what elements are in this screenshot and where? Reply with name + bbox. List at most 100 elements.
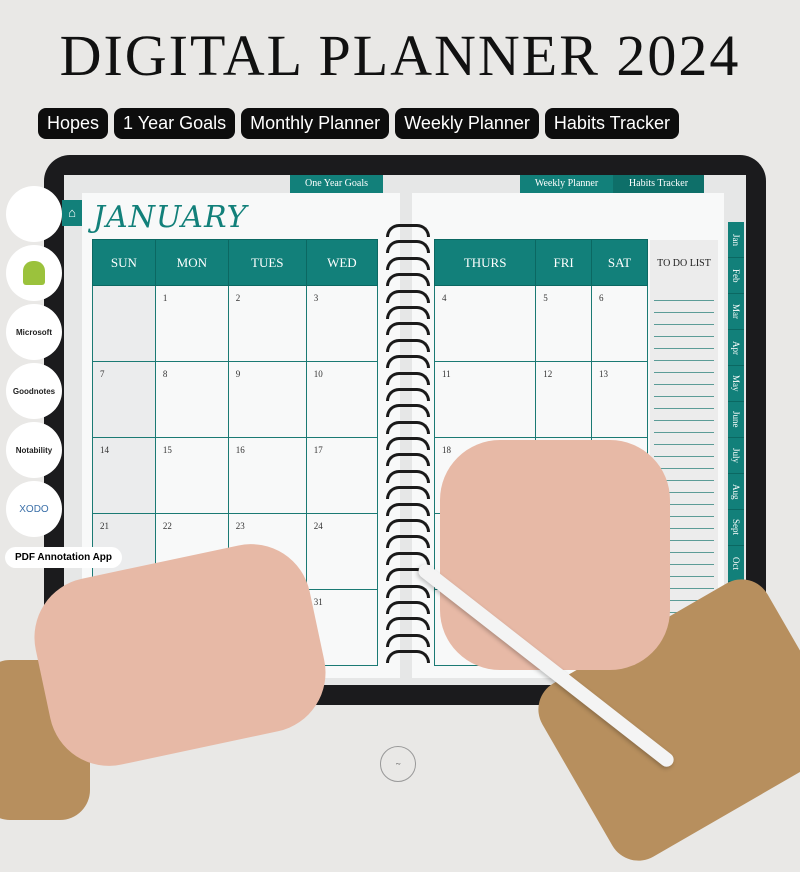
spiral-binding — [384, 222, 430, 665]
day-header: SUN — [92, 239, 156, 286]
feature-pill: Habits Tracker — [544, 108, 679, 139]
day-cell[interactable]: 3 — [305, 285, 379, 362]
week-row: 11 12 13 — [433, 361, 649, 438]
spiral-ring — [384, 353, 430, 369]
todo-line[interactable] — [654, 289, 714, 301]
spiral-ring — [384, 632, 430, 648]
spiral-ring — [384, 615, 430, 631]
day-header: SAT — [590, 239, 649, 286]
day-cell[interactable]: 11 — [433, 361, 537, 438]
month-tab[interactable]: Aug — [728, 474, 744, 510]
month-tab[interactable]: Mar — [728, 294, 744, 330]
todo-line[interactable] — [654, 301, 714, 313]
day-cell[interactable]: 1 — [154, 285, 229, 362]
week-row: 456 — [433, 285, 649, 362]
todo-line[interactable] — [654, 433, 714, 445]
spiral-ring — [384, 451, 430, 467]
day-cell[interactable]: 4 — [433, 285, 537, 362]
day-cell[interactable]: 2 — [227, 285, 307, 362]
spiral-ring — [384, 255, 430, 271]
day-cell[interactable]: 15 — [154, 437, 229, 514]
spiral-ring — [384, 304, 430, 320]
day-cell[interactable]: 7 — [92, 361, 156, 438]
month-tab[interactable]: July — [728, 438, 744, 474]
spiral-ring — [384, 599, 430, 615]
app-list: Microsoft Goodnotes Notability XODO — [6, 186, 62, 540]
day-cell[interactable]: 6 — [590, 285, 649, 362]
spiral-ring — [384, 533, 430, 549]
todo-title: TO DO LIST — [657, 258, 711, 269]
spiral-ring — [384, 419, 430, 435]
day-cell[interactable]: 16 — [227, 437, 307, 514]
day-cell[interactable]: 9 — [227, 361, 307, 438]
day-cell[interactable]: 10 — [305, 361, 379, 438]
tab-one-year-goals[interactable]: One Year Goals — [290, 175, 383, 193]
tab-habits-tracker[interactable]: Habits Tracker — [613, 175, 704, 193]
todo-line[interactable] — [654, 325, 714, 337]
spiral-ring — [384, 402, 430, 418]
month-tab[interactable]: Feb — [728, 258, 744, 294]
todo-line[interactable] — [654, 445, 714, 457]
day-header: WED — [305, 239, 379, 286]
spiral-ring — [384, 501, 430, 517]
spiral-ring — [384, 370, 430, 386]
month-tab[interactable]: June — [728, 402, 744, 438]
todo-line[interactable] — [654, 409, 714, 421]
feature-pills: Hopes 1 Year Goals Monthly Planner Weekl… — [38, 108, 679, 139]
notability-logo: Notability — [6, 422, 62, 478]
feature-pill: Weekly Planner — [395, 108, 539, 139]
spiral-ring — [384, 271, 430, 287]
month-tab[interactable]: Oct — [728, 546, 744, 582]
month-tab[interactable]: May — [728, 366, 744, 402]
spiral-ring — [384, 468, 430, 484]
day-cell[interactable]: 12 — [535, 361, 592, 438]
week-row: 123 — [92, 285, 379, 362]
feature-pill: Hopes — [38, 108, 109, 139]
right-hand — [440, 440, 670, 670]
todo-line[interactable] — [654, 373, 714, 385]
home-icon[interactable]: ⌂ — [62, 200, 82, 226]
todo-line[interactable] — [654, 421, 714, 433]
spiral-ring — [384, 484, 430, 500]
todo-line[interactable] — [654, 385, 714, 397]
spiral-ring — [384, 517, 430, 533]
spiral-ring — [384, 238, 430, 254]
apple-icon — [6, 186, 62, 242]
week-row: 14 15 16 17 — [92, 437, 379, 514]
day-cell[interactable] — [92, 285, 156, 362]
month-tab[interactable]: Sept — [728, 510, 744, 546]
spiral-ring — [384, 337, 430, 353]
pdf-annotation-label: PDF Annotation App — [5, 547, 123, 568]
todo-line[interactable] — [654, 397, 714, 409]
microsoft-logo: Microsoft — [6, 304, 62, 360]
todo-line[interactable] — [654, 361, 714, 373]
day-cell[interactable]: 14 — [92, 437, 156, 514]
feature-pill: Monthly Planner — [241, 108, 390, 139]
todo-line[interactable] — [654, 349, 714, 361]
spiral-ring — [384, 435, 430, 451]
day-cell[interactable]: 8 — [154, 361, 229, 438]
day-cell[interactable]: 17 — [305, 437, 379, 514]
day-header: FRI — [535, 239, 592, 286]
day-cell[interactable]: 24 — [305, 513, 379, 590]
spiral-ring — [384, 320, 430, 336]
android-icon — [6, 245, 62, 301]
tab-weekly-planner[interactable]: Weekly Planner — [520, 175, 613, 193]
goodnotes-logo: Goodnotes — [6, 363, 62, 419]
todo-line[interactable] — [654, 457, 714, 469]
page-title: DIGITAL PLANNER 2024 — [59, 23, 741, 88]
month-tab[interactable]: Jan — [728, 222, 744, 258]
day-cell[interactable]: 13 — [590, 361, 649, 438]
day-header: THURS — [433, 239, 537, 286]
spiral-ring — [384, 550, 430, 566]
brand-logo: ~ — [380, 746, 416, 782]
day-header: TUES — [227, 239, 307, 286]
todo-line[interactable] — [654, 313, 714, 325]
todo-line[interactable] — [654, 337, 714, 349]
month-tab[interactable]: Apr — [728, 330, 744, 366]
day-cell[interactable]: 5 — [535, 285, 592, 362]
spiral-ring — [384, 288, 430, 304]
day-header: MON — [154, 239, 229, 286]
spiral-ring — [384, 222, 430, 238]
spiral-ring — [384, 583, 430, 599]
